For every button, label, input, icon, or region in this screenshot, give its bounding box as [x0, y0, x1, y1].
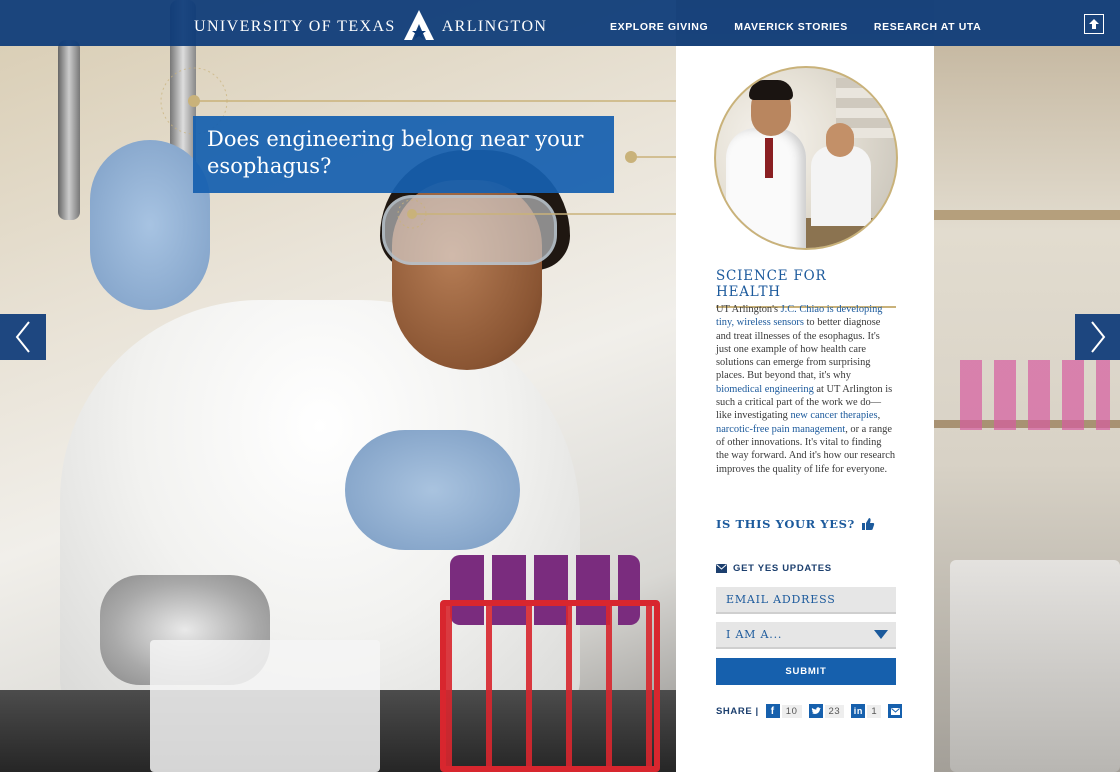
link-biomedical-engineering[interactable]: biomedical engineering — [716, 384, 814, 395]
portrait-researcher-hair — [749, 80, 793, 100]
thumbs-up-icon — [861, 518, 875, 530]
email-field[interactable] — [716, 587, 896, 614]
nav-research-at-uta[interactable]: RESEARCH AT UTA — [874, 21, 981, 33]
main-nav: EXPLORE GIVING MAVERICK STORIES RESEARCH… — [610, 21, 981, 33]
bottles-image — [960, 360, 1110, 430]
share-linkedin-button[interactable]: in 1 — [851, 704, 882, 718]
story-body: UT Arlington's J.C. Chiao is developing … — [716, 303, 896, 476]
cta-label: IS THIS YOUR YES? — [716, 517, 855, 531]
role-select[interactable]: I AM A... — [716, 622, 896, 649]
share-bar: SHARE | f 10 23 in 1 — [716, 704, 903, 718]
nav-explore-giving[interactable]: EXPLORE GIVING — [610, 21, 708, 33]
updates-heading: GET YES UPDATES — [716, 563, 832, 574]
tube-rack-image — [150, 640, 380, 772]
brand-text-right: ARLINGTON — [441, 18, 548, 35]
glove-image — [345, 430, 520, 550]
uta-star-a-icon — [403, 10, 434, 40]
twitter-icon — [808, 704, 823, 718]
boxes-image — [950, 560, 1120, 772]
brand-text-left: UNIVERSITY OF TEXAS — [194, 18, 396, 35]
story-headline: Does engineering belong near your esopha… — [193, 116, 614, 193]
envelope-icon — [716, 564, 727, 573]
previous-slide-button[interactable] — [0, 314, 46, 360]
caret-down-icon — [874, 630, 888, 639]
twitter-count: 23 — [824, 704, 845, 718]
role-select-value: I AM A... — [726, 628, 783, 641]
body-text-4: , — [877, 410, 881, 422]
top-navigation-bar: UNIVERSITY OF TEXAS ARLINGTON EXPLORE GI… — [0, 0, 1120, 46]
pipette-image — [58, 40, 80, 220]
portrait-tie — [765, 138, 773, 178]
section-title: SCIENCE FOR HEALTH — [716, 268, 896, 308]
submit-button[interactable]: SUBMIT — [716, 658, 896, 685]
body-text-1: UT Arlington's — [716, 304, 781, 315]
red-tube-rack-image — [440, 600, 660, 772]
share-twitter-button[interactable]: 23 — [808, 704, 845, 718]
linkedin-icon: in — [851, 704, 866, 718]
yes-cta[interactable]: IS THIS YOUR YES? — [716, 517, 875, 531]
safety-goggles-image — [382, 195, 557, 265]
portrait-assistant-coat — [811, 146, 871, 226]
arrow-up-icon — [1089, 19, 1099, 29]
link-cancer-therapies[interactable]: new cancer therapies — [790, 410, 877, 421]
university-logo[interactable]: UNIVERSITY OF TEXAS ARLINGTON — [194, 10, 548, 42]
facebook-icon: f — [765, 704, 780, 718]
nav-maverick-stories[interactable]: MAVERICK STORIES — [734, 21, 848, 33]
glove-image — [90, 140, 210, 310]
chevron-left-icon — [15, 321, 30, 353]
share-email-button[interactable] — [888, 704, 903, 718]
lab-photo-right — [934, 0, 1120, 772]
next-slide-button[interactable] — [1075, 314, 1120, 360]
chevron-right-icon — [1091, 321, 1106, 353]
facebook-count: 10 — [781, 704, 802, 718]
researcher-portrait-image — [714, 66, 898, 250]
share-facebook-button[interactable]: f 10 — [765, 704, 802, 718]
link-pain-management[interactable]: narcotic-free pain management — [716, 424, 845, 435]
portrait-assistant-head — [826, 123, 854, 157]
shelf-image — [934, 210, 1120, 220]
back-to-top-button[interactable] — [1084, 14, 1104, 34]
share-label: SHARE | — [716, 705, 759, 717]
email-icon — [888, 704, 903, 718]
updates-label: GET YES UPDATES — [733, 563, 832, 574]
linkedin-count: 1 — [867, 704, 882, 718]
